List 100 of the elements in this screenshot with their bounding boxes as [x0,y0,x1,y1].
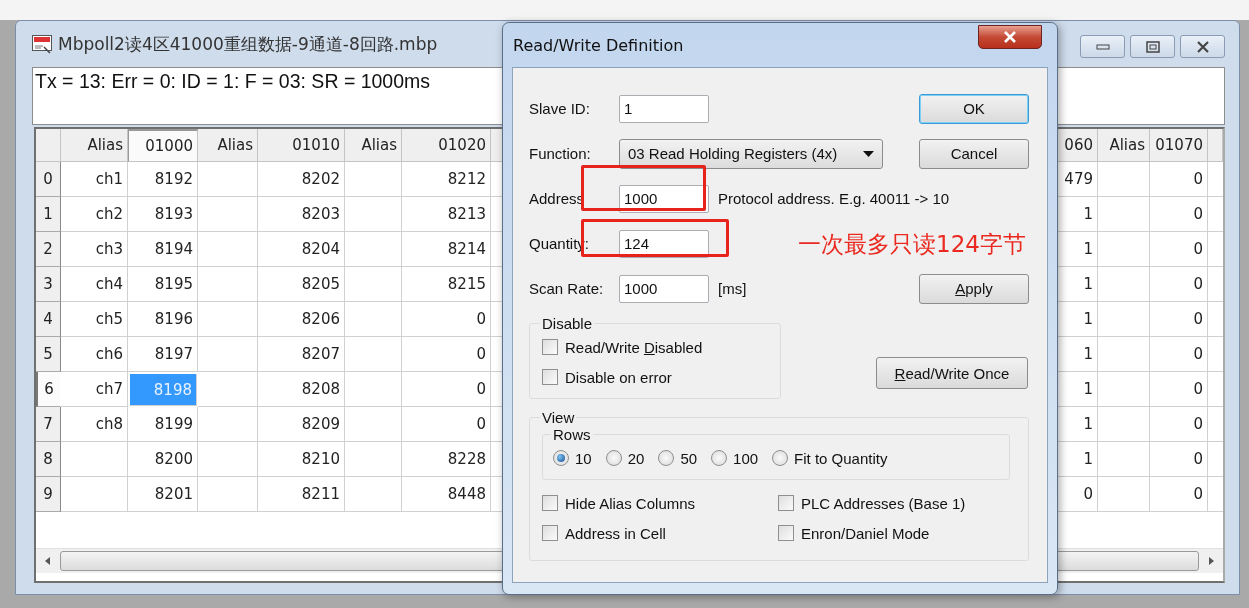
checkbox[interactable] [542,369,558,385]
row-header[interactable]: 1 [36,197,61,232]
column-header[interactable]: Alias [345,129,402,162]
table-cell[interactable]: ch2 [61,197,128,232]
table-cell[interactable]: 8209 [258,407,345,442]
table-cell[interactable] [345,442,402,477]
table-cell[interactable] [1098,267,1150,302]
table-cell[interactable] [345,372,402,407]
input-field[interactable]: 1 [619,94,709,123]
table-cell[interactable] [198,302,258,337]
table-cell[interactable]: 8195 [128,267,198,302]
input-field[interactable]: 124 [619,229,709,258]
table-cell[interactable]: ch1 [61,162,128,197]
table-cell[interactable] [345,407,402,442]
column-header[interactable] [1208,129,1223,162]
checkbox[interactable] [778,525,794,541]
table-cell[interactable] [1098,337,1150,372]
row-header[interactable]: 2 [36,232,61,267]
table-cell[interactable]: 0 [1150,372,1208,407]
apply-button[interactable]: Apply [919,273,1029,304]
table-cell[interactable] [1098,477,1150,512]
table-cell[interactable] [345,162,402,197]
close-button[interactable] [1180,35,1225,58]
table-cell[interactable]: 8193 [128,197,198,232]
table-cell[interactable]: 8196 [128,302,198,337]
column-header[interactable]: 01010 [258,129,345,162]
table-cell[interactable]: 8213 [402,197,491,232]
table-cell[interactable]: 8192 [128,162,198,197]
checkbox-option[interactable]: Enron/Daniel Mode [778,518,1012,548]
table-cell[interactable]: 8211 [258,477,345,512]
radio-button[interactable] [711,450,728,466]
checkbox-option[interactable]: Hide Alias Columns [542,488,778,518]
table-cell[interactable]: 8210 [258,442,345,477]
radio-option[interactable]: Fit to Quantity [772,449,888,467]
close-button[interactable] [978,25,1042,49]
table-cell[interactable]: ch7 [61,372,128,407]
table-cell[interactable]: 0 [402,337,491,372]
table-cell[interactable] [198,407,258,442]
table-cell[interactable]: 0 [1150,197,1208,232]
table-cell[interactable]: 0 [1150,477,1208,512]
ok-button[interactable]: OK [919,93,1029,124]
dropdown[interactable]: 03 Read Holding Registers (4x) [619,138,883,169]
maximize-button[interactable] [1130,35,1175,58]
column-header[interactable]: Alias [61,129,128,162]
row-header[interactable]: 6 [36,372,61,407]
radio-option[interactable]: 100 [711,449,759,467]
input-field[interactable]: 1000 [619,274,709,303]
checkbox-option[interactable]: Address in Cell [542,518,778,548]
table-cell[interactable]: 0 [1150,162,1208,197]
table-cell[interactable]: 0 [1150,302,1208,337]
table-cell[interactable]: ch5 [61,302,128,337]
table-cell[interactable] [61,442,128,477]
table-cell[interactable]: 0 [1150,407,1208,442]
table-cell[interactable] [198,162,258,197]
table-cell[interactable]: 0 [1150,337,1208,372]
table-cell[interactable] [198,232,258,267]
radio-option[interactable]: 20 [605,449,645,467]
row-header[interactable]: 3 [36,267,61,302]
table-cell[interactable]: 8448 [402,477,491,512]
column-header[interactable]: 01000 [128,129,198,162]
minimize-button[interactable] [1080,35,1125,58]
checkbox-option[interactable]: PLC Addresses (Base 1) [778,488,1012,518]
table-cell[interactable]: ch6 [61,337,128,372]
row-header[interactable]: 4 [36,302,61,337]
table-cell[interactable]: 0 [1150,232,1208,267]
checkbox[interactable] [542,525,558,541]
radio-button[interactable] [658,450,675,466]
table-cell[interactable]: 8206 [258,302,345,337]
table-cell[interactable] [1098,232,1150,267]
row-header[interactable]: 9 [36,477,61,512]
table-cell[interactable]: 0 [1150,442,1208,477]
checkbox-option[interactable]: Read/Write Disabled [542,332,770,362]
table-cell[interactable] [198,477,258,512]
table-cell[interactable]: 0 [402,407,491,442]
checkbox-option[interactable]: Disable on error [542,362,770,392]
checkbox[interactable] [542,495,558,511]
table-cell[interactable]: ch8 [61,407,128,442]
radio-option[interactable]: 50 [658,449,698,467]
radio-option[interactable]: 10 [553,449,592,467]
table-cell[interactable] [198,197,258,232]
column-header[interactable]: 01070 [1150,129,1208,162]
column-header[interactable]: 01020 [402,129,491,162]
table-cell[interactable]: 8208 [258,372,345,407]
table-cell[interactable] [1098,442,1150,477]
table-cell[interactable]: 8194 [128,232,198,267]
table-cell[interactable] [345,197,402,232]
row-header[interactable]: 5 [36,337,61,372]
table-cell[interactable] [198,442,258,477]
table-cell[interactable] [198,337,258,372]
radio-button[interactable] [605,450,622,466]
table-cell[interactable]: 8212 [402,162,491,197]
table-cell[interactable]: ch4 [61,267,128,302]
cancel-button[interactable]: Cancel [919,138,1029,169]
table-cell[interactable]: 8228 [402,442,491,477]
table-cell[interactable]: 8197 [128,337,198,372]
radio-button[interactable] [772,450,789,466]
table-cell[interactable]: ch3 [61,232,128,267]
table-cell[interactable]: 8203 [258,197,345,232]
table-cell[interactable]: 8202 [258,162,345,197]
table-cell[interactable] [345,337,402,372]
